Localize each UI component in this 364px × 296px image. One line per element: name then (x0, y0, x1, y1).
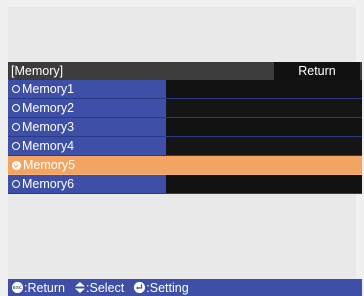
status-return-hint: ESC :Return (12, 281, 65, 295)
memory-item-label-area: Memory4 (8, 137, 166, 155)
memory-item-label: Memory4 (22, 139, 75, 153)
memory-item-4[interactable]: Memory4 (8, 137, 362, 156)
memory-item-value-area (166, 80, 362, 98)
memory-item-label: Memory5 (23, 158, 76, 172)
menu-title: [Memory] (11, 64, 64, 78)
memory-item-3[interactable]: Memory3 (8, 118, 362, 137)
memory-item-label: Memory2 (22, 101, 75, 115)
memory-item-2[interactable]: Memory2 (8, 99, 362, 118)
memory-item-6[interactable]: Memory6 (8, 175, 362, 194)
memory-item-value-area (166, 118, 362, 136)
esc-icon: ESC (12, 282, 23, 293)
up-down-arrows-icon (75, 282, 86, 293)
radio-icon (12, 142, 20, 150)
memory-item-1[interactable]: Memory1 (8, 80, 362, 99)
memory-item-label: Memory6 (22, 177, 75, 191)
projector-menu-screen: [Memory] Return Memory1 Memory2 Memory3 (0, 0, 364, 296)
memory-item-value-area (166, 99, 362, 117)
status-setting-label: :Setting (146, 280, 189, 295)
memory-item-label: Memory1 (22, 82, 75, 96)
radio-icon (12, 123, 20, 131)
radio-icon (12, 104, 20, 112)
status-select-hint: :Select (75, 281, 124, 295)
radio-checked-icon (12, 160, 21, 170)
status-return-label: :Return (24, 280, 66, 295)
memory-item-value-area (166, 137, 362, 155)
memory-item-label-area: Memory6 (8, 175, 166, 193)
return-button[interactable]: Return (274, 62, 360, 80)
enter-icon (134, 282, 146, 293)
memory-item-label-area: Memory5 (8, 156, 166, 174)
memory-item-label-area: Memory2 (8, 99, 166, 117)
memory-list: Memory1 Memory2 Memory3 Memory4 Memory5 … (8, 80, 362, 194)
memory-item-label-area: Memory3 (8, 118, 166, 136)
memory-item-5[interactable]: Memory5 (8, 156, 362, 175)
status-setting-hint: :Setting (134, 280, 189, 295)
radio-icon (12, 85, 20, 93)
status-select-label: :Select (86, 280, 125, 295)
menu-header: [Memory] Return (8, 62, 362, 80)
svg-text:ESC: ESC (13, 285, 23, 290)
memory-item-label: Memory3 (22, 120, 75, 134)
radio-icon (12, 180, 20, 188)
status-bar: ESC :Return :Select :Setting (8, 279, 362, 296)
memory-item-label-area: Memory1 (8, 80, 166, 98)
memory-item-value-area (166, 156, 362, 174)
memory-item-value-area (166, 175, 362, 193)
